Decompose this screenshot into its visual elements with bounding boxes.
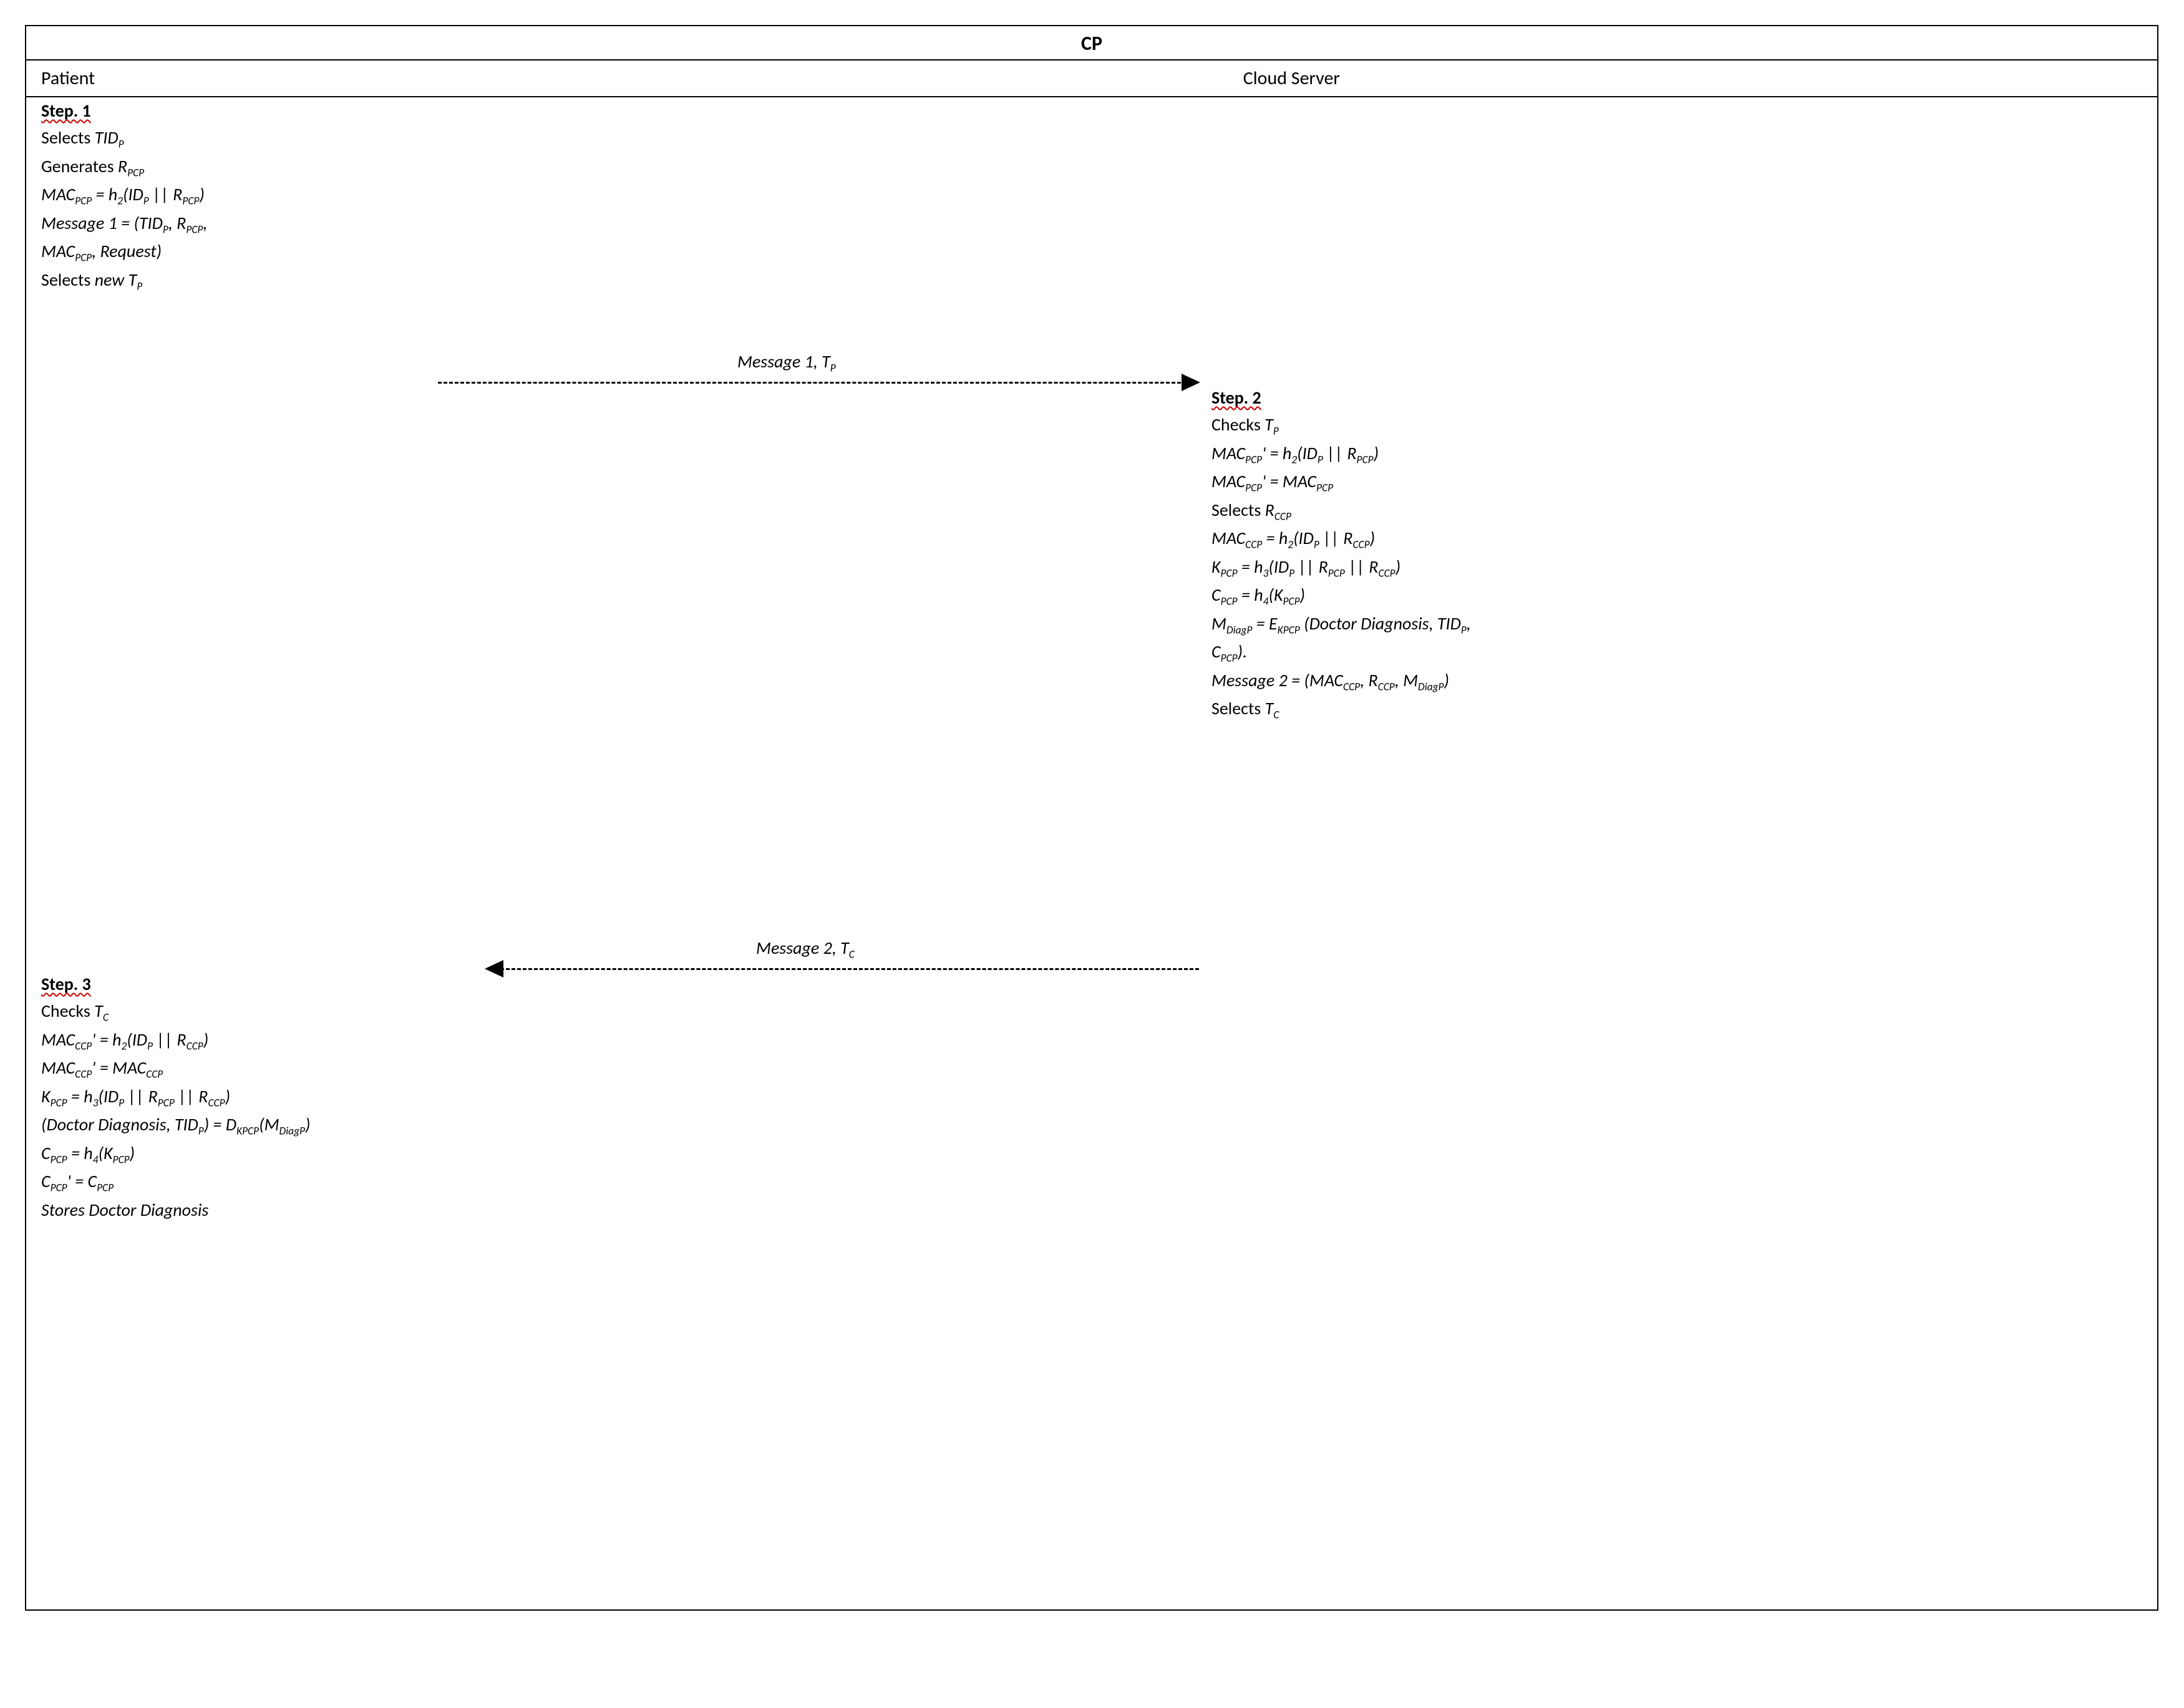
step-2-line-4: Selects RCCP bbox=[1211, 497, 2135, 525]
step-2-line-8: MDiagP = EKPCP (Doctor Diagnosis, TIDP, bbox=[1211, 610, 2135, 639]
title-cell: CP bbox=[26, 26, 2157, 61]
step-2-title: Step. 2 bbox=[1211, 387, 1261, 409]
step-1-line-1: Selects TIDP bbox=[41, 124, 1039, 153]
step-3-line-8: Stores Doctor Diagnosis bbox=[41, 1196, 1039, 1223]
arrow-2-label: Message 2, TC bbox=[756, 937, 855, 961]
header-patient-label: Patient bbox=[41, 67, 95, 90]
step-2-line-6: KPCP = h3(IDP || RPCP || RCCP) bbox=[1211, 553, 2135, 582]
arrow-message-1 bbox=[438, 382, 1187, 384]
step-3-line-3: MACCCP' = MACCCP bbox=[41, 1054, 1039, 1083]
arrow-1-head-icon bbox=[1182, 374, 1200, 391]
step-3-line-1: Checks TC bbox=[41, 997, 1039, 1026]
step-2-line-5: MACCCP = h2(IDP || RCCP) bbox=[1211, 525, 2135, 553]
step-2-line-10: Message 2 = (MACCCP, RCCP, MDiagP) bbox=[1211, 667, 2135, 696]
step-3-line-5: (Doctor Diagnosis, TIDP) = DKPCP(MDiagP) bbox=[41, 1111, 1039, 1140]
step-2: Step. 2 Checks TP MACPCP' = h2(IDP || RP… bbox=[1211, 384, 2135, 724]
step-1-line-6: Selects new TP bbox=[41, 266, 1039, 295]
protocol-table: CP Patient Cloud Server Step. 1 Selects … bbox=[25, 25, 2158, 1611]
header-row: Patient Cloud Server bbox=[26, 61, 2157, 97]
step-2-line-9: CPCP). bbox=[1211, 638, 2135, 667]
step-3: Step. 3 Checks TC MACCCP' = h2(IDP || RC… bbox=[41, 971, 1039, 1223]
body: Step. 1 Selects TIDP Generates RPCP MACP… bbox=[26, 97, 2157, 1609]
step-2-line-1: Checks TP bbox=[1211, 411, 2135, 440]
arrow-1-label: Message 1, TP bbox=[737, 351, 836, 375]
header-cloud: Cloud Server bbox=[1228, 61, 2157, 96]
step-1-line-5: MACPCP, Request) bbox=[41, 238, 1039, 266]
step-2-line-11: Selects TC bbox=[1211, 695, 2135, 724]
step-3-line-6: CPCP = h4(KPCP) bbox=[41, 1140, 1039, 1168]
step-3-title: Step. 3 bbox=[41, 973, 91, 995]
step-1-title: Step. 1 bbox=[41, 100, 91, 122]
arrow-message-2 bbox=[500, 968, 1199, 970]
step-1-line-2: Generates RPCP bbox=[41, 153, 1039, 182]
step-1: Step. 1 Selects TIDP Generates RPCP MACP… bbox=[41, 97, 1039, 294]
step-2-line-3: MACPCP' = MACPCP bbox=[1211, 468, 2135, 497]
step-3-line-2: MACCCP' = h2(IDP || RCCP) bbox=[41, 1026, 1039, 1055]
step-1-line-4: Message 1 = (TIDP, RPCP, bbox=[41, 210, 1039, 238]
step-2-line-7: CPCP = h4(KPCP) bbox=[1211, 581, 2135, 610]
header-cloud-label: Cloud Server bbox=[1243, 67, 1340, 90]
step-3-line-4: KPCP = h3(IDP || RPCP || RCCP) bbox=[41, 1083, 1039, 1112]
step-1-line-3: MACPCP = h2(IDP || RPCP) bbox=[41, 181, 1039, 210]
header-patient: Patient bbox=[26, 61, 1228, 96]
step-3-line-7: CPCP' = CPCP bbox=[41, 1168, 1039, 1196]
title-text: CP bbox=[1081, 31, 1102, 56]
step-2-line-2: MACPCP' = h2(IDP || RPCP) bbox=[1211, 440, 2135, 468]
